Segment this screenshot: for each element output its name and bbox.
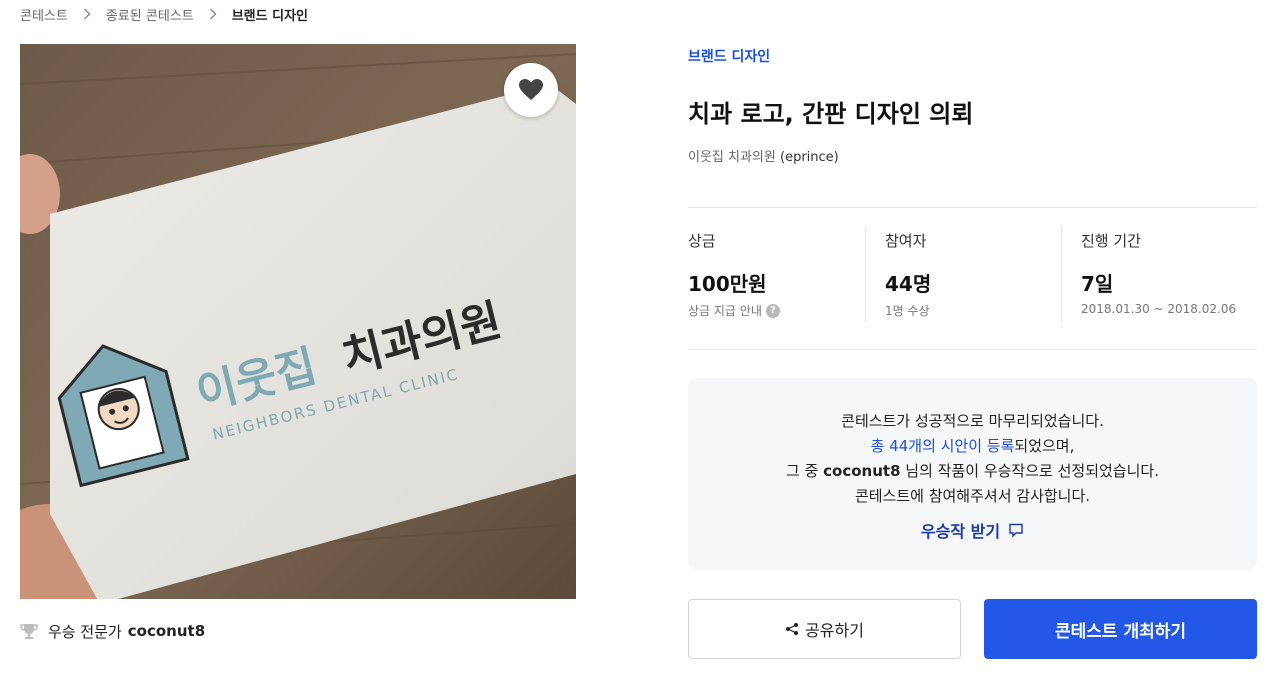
share-label: 공유하기: [805, 621, 864, 640]
divider: [688, 207, 1257, 208]
receive-winning-work-button[interactable]: 우승작 받기: [688, 518, 1257, 542]
notice-line-3-post: 님의 작품이 우승작으로 선정되었습니다.: [900, 462, 1159, 480]
notice-line-3: 그 중 coconut8 님의 작품이 우승작으로 선정되었습니다.: [688, 460, 1257, 481]
prize-guide-label: 상금 지급 안내: [688, 304, 762, 318]
host-contest-button[interactable]: 콘테스트 개최하기: [984, 599, 1257, 659]
contest-category[interactable]: 브랜드 디자인: [688, 46, 770, 66]
winner-name[interactable]: coconut8: [128, 622, 205, 640]
heart-icon: [519, 79, 543, 100]
business-card-photo: 이웃집 치과의원 NEIGHBORS DENTAL CLINIC: [20, 44, 576, 599]
host-name: 이웃집 치과의원: [688, 150, 776, 165]
contest-host: 이웃집 치과의원 (eprince): [688, 146, 839, 165]
winner-name-notice: coconut8: [823, 462, 901, 480]
notice-line-2-rest: 되었으며,: [1014, 437, 1075, 455]
contest-stats: 상금 100만원 상금 지급 안내 ? 참여자 44명 1명 수상 진행 기간 …: [688, 226, 1257, 322]
breadcrumb-brand-design: 브랜드 디자인: [231, 8, 308, 24]
divider: [688, 349, 1257, 350]
chevron-right-icon: [80, 7, 94, 21]
share-button[interactable]: 공유하기: [688, 599, 961, 659]
receive-label: 우승작 받기: [920, 522, 1001, 541]
prize-guide[interactable]: 상금 지급 안내 ?: [688, 302, 780, 319]
stat-period-label: 진행 기간: [1081, 232, 1141, 250]
favorite-button[interactable]: [504, 63, 558, 117]
breadcrumb-ended-contests[interactable]: 종료된 콘테스트: [106, 5, 194, 24]
stat-period-dates: 2018.01.30 ~ 2018.02.06: [1081, 302, 1237, 316]
notice-line-3-pre: 그 중: [786, 462, 824, 480]
stat-prize-label: 상금: [688, 232, 716, 250]
stat-participants: 참여자 44명 1명 수상: [865, 226, 1061, 322]
stat-participants-label: 참여자: [885, 232, 927, 250]
comment-icon: [1009, 523, 1023, 538]
stat-prize: 상금 100만원 상금 지급 안내 ?: [688, 226, 865, 322]
trophy-icon: [20, 624, 38, 639]
notice-line-2: 총 44개의 시안이 등록되었으며,: [688, 435, 1257, 456]
host-id: (eprince): [780, 150, 839, 165]
stat-participants-sub: 1명 수상: [885, 304, 930, 318]
notice-line-1: 콘테스트가 성공적으로 마무리되었습니다.: [841, 412, 1104, 430]
submissions-link[interactable]: 총 44개의 시안이 등록: [871, 437, 1015, 455]
contest-image: 이웃집 치과의원 NEIGHBORS DENTAL CLINIC: [20, 44, 576, 599]
stat-participants-value: 44명: [885, 272, 932, 296]
contest-title: 치과 로고, 간판 디자인 의뢰: [688, 100, 974, 128]
winner-label: 우승 전문가: [48, 622, 122, 641]
stat-period: 진행 기간 7일 2018.01.30 ~ 2018.02.06: [1061, 226, 1257, 322]
notice-line-4: 콘테스트에 참여해주셔서 감사합니다.: [854, 487, 1091, 505]
breadcrumb: 콘테스트 종료된 콘테스트 브랜드 디자인: [20, 4, 308, 24]
breadcrumb-contest[interactable]: 콘테스트: [20, 5, 68, 24]
chevron-right-icon: [206, 7, 220, 21]
stat-period-value: 7일: [1081, 272, 1114, 296]
help-icon[interactable]: ?: [765, 303, 780, 318]
winner-row: 우승 전문가 coconut8: [20, 620, 205, 642]
share-icon: [786, 623, 799, 635]
stat-prize-value: 100만원: [688, 272, 767, 296]
